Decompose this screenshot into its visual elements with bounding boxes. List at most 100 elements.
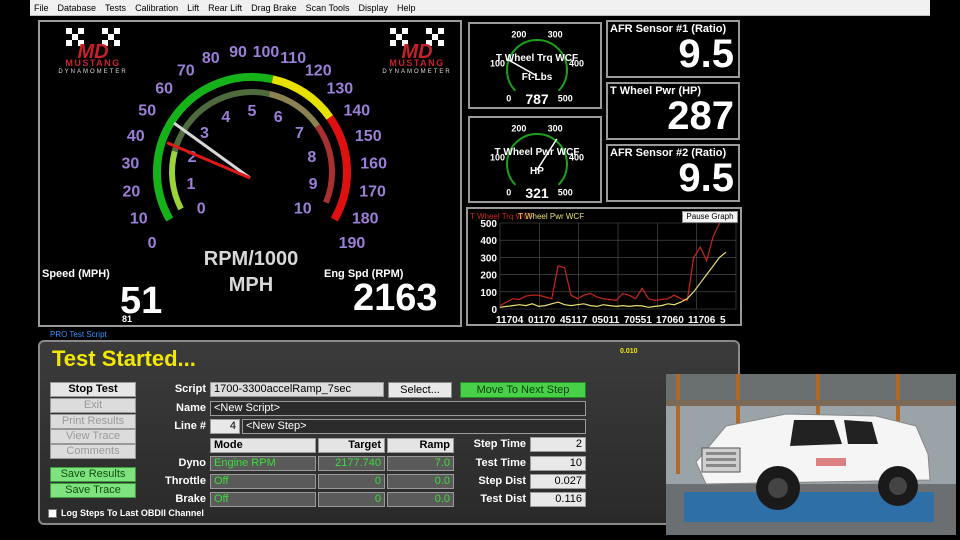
comments-button[interactable]: Comments — [50, 444, 136, 459]
throttle-ramp-field[interactable]: 0.0 — [387, 474, 454, 489]
script-label: Script — [174, 383, 206, 395]
truck-image — [666, 374, 956, 535]
save-trace-button[interactable]: Save Trace — [50, 483, 136, 498]
speed-tick-label: 110 — [280, 50, 306, 67]
dyno-mode-field[interactable]: Engine RPM — [210, 456, 316, 471]
speed-tick-label: 170 — [359, 183, 386, 200]
dial-unit: HP — [530, 166, 544, 177]
dial-tick-label: 0 — [506, 93, 511, 103]
speed-tick-label: 70 — [177, 63, 195, 80]
graph-y-tick-label: 200 — [480, 271, 497, 282]
menu-file[interactable]: File — [34, 3, 49, 13]
pause-graph-button[interactable]: Pause Graph — [682, 211, 738, 223]
menu-help[interactable]: Help — [397, 3, 416, 13]
throttle-mode-field[interactable]: Off — [210, 474, 316, 489]
graph-y-tick-label: 400 — [480, 236, 497, 247]
step-name-field[interactable]: <New Step> — [242, 419, 586, 434]
move-to-next-step-button[interactable]: Move To Next Step — [460, 382, 586, 398]
speed-tick-label: 20 — [123, 183, 141, 200]
brake-ramp-field[interactable]: 0.0 — [387, 492, 454, 507]
speed-tick-label: 140 — [343, 103, 370, 120]
menu-drag-brake[interactable]: Drag Brake — [251, 3, 297, 13]
name-label: Name — [176, 402, 206, 414]
logo-sub: DYNAMOMETER — [58, 69, 128, 75]
afr-sensor-2-readout: AFR Sensor #2 (Ratio) 9.5 — [606, 144, 740, 202]
graph-x-tick-label: 05011 — [592, 315, 620, 326]
dyno-target-field[interactable]: 2177.740 — [318, 456, 385, 471]
script-field[interactable]: 1700-3300accelRamp_7sec — [210, 382, 384, 397]
target-header: Target — [318, 438, 385, 453]
dial-arc — [506, 39, 568, 92]
ramp-header: Ramp — [387, 438, 454, 453]
speed-tick-label: 80 — [202, 50, 220, 67]
throttle-label: Throttle — [165, 475, 206, 487]
dial-value: 321 — [525, 185, 549, 201]
gauge-center-label-mph: MPH — [228, 274, 274, 296]
pro-test-script-label: PRO Test Script — [50, 330, 107, 339]
log-steps-option[interactable]: Log Steps To Last OBDII Channel — [48, 508, 204, 518]
step-time-field: 2 — [530, 437, 586, 452]
speed-label: Speed (MPH) — [42, 268, 110, 280]
line-number-field[interactable]: 4 — [210, 419, 240, 434]
dyno-ramp-field[interactable]: 7.0 — [387, 456, 454, 471]
graph-x-tick-label: 17060 — [656, 315, 684, 326]
name-field[interactable]: <New Script> — [210, 401, 586, 416]
graph-x-tick-label: 11706 — [688, 315, 716, 326]
checkered-flag-icon: MD — [66, 28, 120, 60]
afr-sensor-1-readout: AFR Sensor #1 (Ratio) 9.5 — [606, 20, 740, 78]
menu-display[interactable]: Display — [359, 3, 389, 13]
brake-mode-field[interactable]: Off — [210, 492, 316, 507]
step-dist-field: 0.027 — [530, 474, 586, 489]
wheel-power-readout: T Wheel Pwr (HP) 287 — [606, 82, 740, 140]
print-results-button[interactable]: Print Results — [50, 414, 136, 429]
step-time-label: Step Time — [473, 438, 526, 450]
mode-header: Mode — [210, 438, 316, 453]
logo-brand: MUSTANG — [65, 58, 121, 68]
rpm-tick-label: 8 — [307, 149, 316, 166]
test-dist-field: 0.116 — [530, 492, 586, 507]
speed-tick-label: 10 — [130, 210, 148, 227]
readout-value: 9.5 — [678, 156, 734, 200]
log-steps-checkbox[interactable] — [48, 508, 57, 518]
speed-tick-label: 160 — [360, 155, 387, 172]
select-script-button[interactable]: Select... — [388, 382, 452, 398]
engine-speed-value: 2163 — [353, 277, 438, 319]
test-script-panel: Test Started... 0.010 Stop Test Exit Pri… — [38, 340, 740, 525]
rpm-tick-label: 4 — [221, 109, 230, 126]
menu-scan-tools[interactable]: Scan Tools — [306, 3, 350, 13]
menu-lift[interactable]: Lift — [187, 3, 199, 13]
rpm-tick-label: 1 — [186, 176, 195, 193]
wheel-power-gauge: 0 100 200 300 400 500 T Wheel Pwr WCF HP 321 — [468, 116, 602, 203]
throttle-target-field[interactable]: 0 — [318, 474, 385, 489]
test-time-label: Test Time — [475, 457, 526, 469]
speed-tick-label: 150 — [355, 128, 382, 145]
log-steps-label: Log Steps To Last OBDII Channel — [61, 508, 204, 518]
dyno-screen: File Database Tests Calibration Lift Rea… — [0, 0, 960, 540]
live-graph: 0 100 200 300 400 500 11704 01170 45117 05011 7055… — [466, 207, 742, 326]
dial-tick-label: 0 — [506, 187, 511, 197]
exit-button[interactable]: Exit — [50, 398, 136, 413]
brake-target-field[interactable]: 0 — [318, 492, 385, 507]
menu-rear-lift[interactable]: Rear Lift — [208, 3, 242, 13]
dial-arc — [506, 133, 568, 186]
dial-tick-label: 200 — [511, 123, 526, 133]
menu-calibration[interactable]: Calibration — [135, 3, 178, 13]
save-results-button[interactable]: Save Results — [50, 467, 136, 482]
wheel-torque-gauge: 0 100 200 300 400 500 T Wheel Trq WCF Ft-Lbs 787 — [468, 22, 602, 109]
speed-tick-label: 90 — [229, 44, 247, 61]
dial-title: T Wheel Trq WCF — [496, 53, 578, 64]
view-trace-button[interactable]: View Trace — [50, 429, 136, 444]
menu-tests[interactable]: Tests — [105, 3, 126, 13]
stop-test-button[interactable]: Stop Test — [50, 382, 136, 397]
logo-sub: DYNAMOMETER — [382, 69, 452, 75]
truck-on-dyno-photo — [666, 374, 956, 535]
graph-plot: 010020030040050011704 01170 45117 05011 7055… — [470, 212, 737, 326]
dial-tick-label: 300 — [548, 29, 563, 39]
speed-tick-label: 40 — [127, 128, 145, 145]
menu-database[interactable]: Database — [58, 3, 97, 13]
graph-x-tick-label: 70551 — [624, 315, 652, 326]
dyno-label: Dyno — [178, 457, 207, 469]
test-status-title: Test Started... — [52, 346, 196, 371]
gauge-center-label-rpm: RPM/1000 — [203, 248, 299, 270]
power-dial: 0100200 300400500T Wheel Pwr WCFHP321 — [490, 123, 584, 201]
